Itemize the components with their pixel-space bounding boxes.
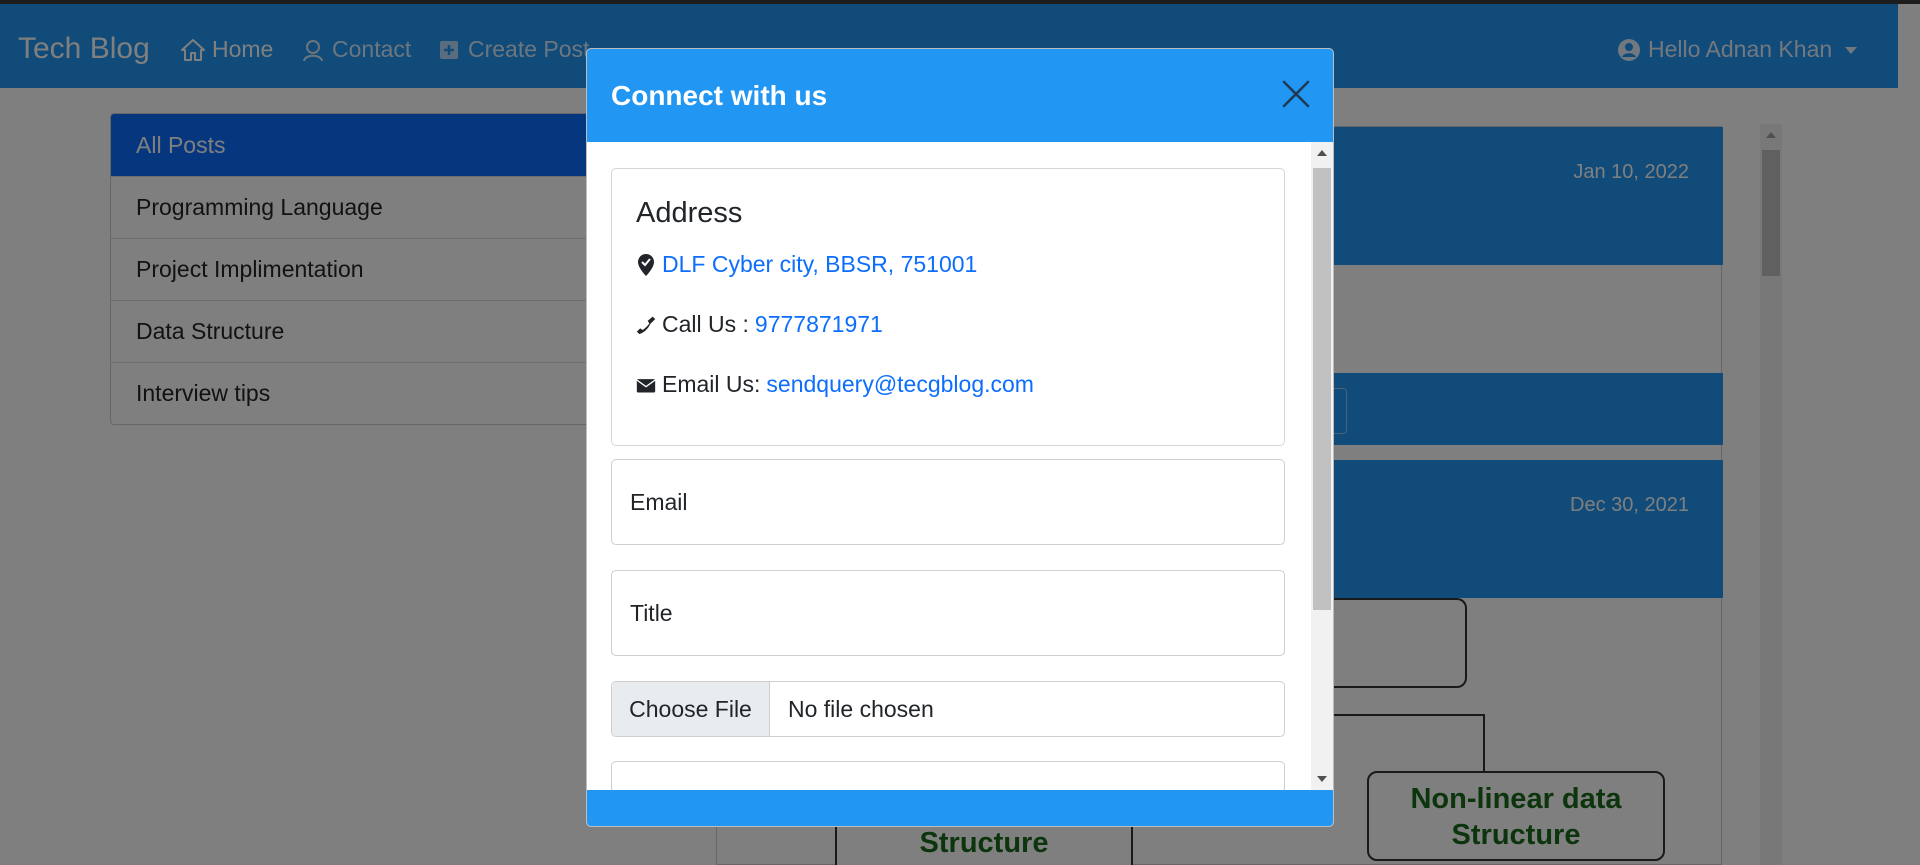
email-field-placeholder: Email [630, 488, 688, 515]
file-input[interactable]: Choose File No file chosen [611, 681, 1285, 737]
envelope-icon [636, 373, 656, 397]
address-location-row: DLF Cyber city, BBSR, 751001 [636, 251, 977, 278]
call-us-label: Call Us : [662, 311, 749, 337]
modal-body: Address DLF Cyber city, BBSR, 751001 Cal… [587, 142, 1333, 790]
email-field[interactable]: Email [611, 459, 1285, 545]
choose-file-button[interactable]: Choose File [612, 682, 770, 736]
modal-header: Connect with us [587, 49, 1333, 142]
modal-scrollbar[interactable] [1311, 142, 1333, 790]
modal-title: Connect with us [611, 80, 828, 111]
message-textarea[interactable] [611, 761, 1285, 790]
scrollbar-thumb[interactable] [1313, 168, 1331, 610]
address-location-link[interactable]: DLF Cyber city, BBSR, 751001 [662, 251, 977, 278]
phone-icon [636, 313, 656, 337]
phone-number-link[interactable]: 9777871971 [755, 311, 883, 338]
address-email-row: Email Us: sendquery@tecgblog.com [636, 371, 1034, 398]
contact-modal: Connect with us Address DLF Cyber city, … [586, 48, 1334, 827]
map-pin-icon [636, 253, 656, 277]
address-card: Address DLF Cyber city, BBSR, 751001 Cal… [611, 168, 1285, 446]
title-field[interactable]: Title [611, 570, 1285, 656]
email-address-link[interactable]: sendquery@tecgblog.com [766, 371, 1034, 398]
address-heading: Address [636, 197, 743, 229]
close-button[interactable] [1279, 77, 1313, 111]
scroll-down-arrow-icon[interactable] [1317, 776, 1327, 782]
file-status-text: No file chosen [788, 695, 934, 722]
close-icon [1282, 80, 1310, 108]
address-call-row: Call Us : 9777871971 [636, 311, 883, 338]
title-field-placeholder: Title [630, 599, 673, 626]
email-us-label: Email Us: [662, 371, 761, 397]
scroll-up-arrow-icon[interactable] [1317, 150, 1327, 156]
modal-footer [587, 790, 1333, 826]
